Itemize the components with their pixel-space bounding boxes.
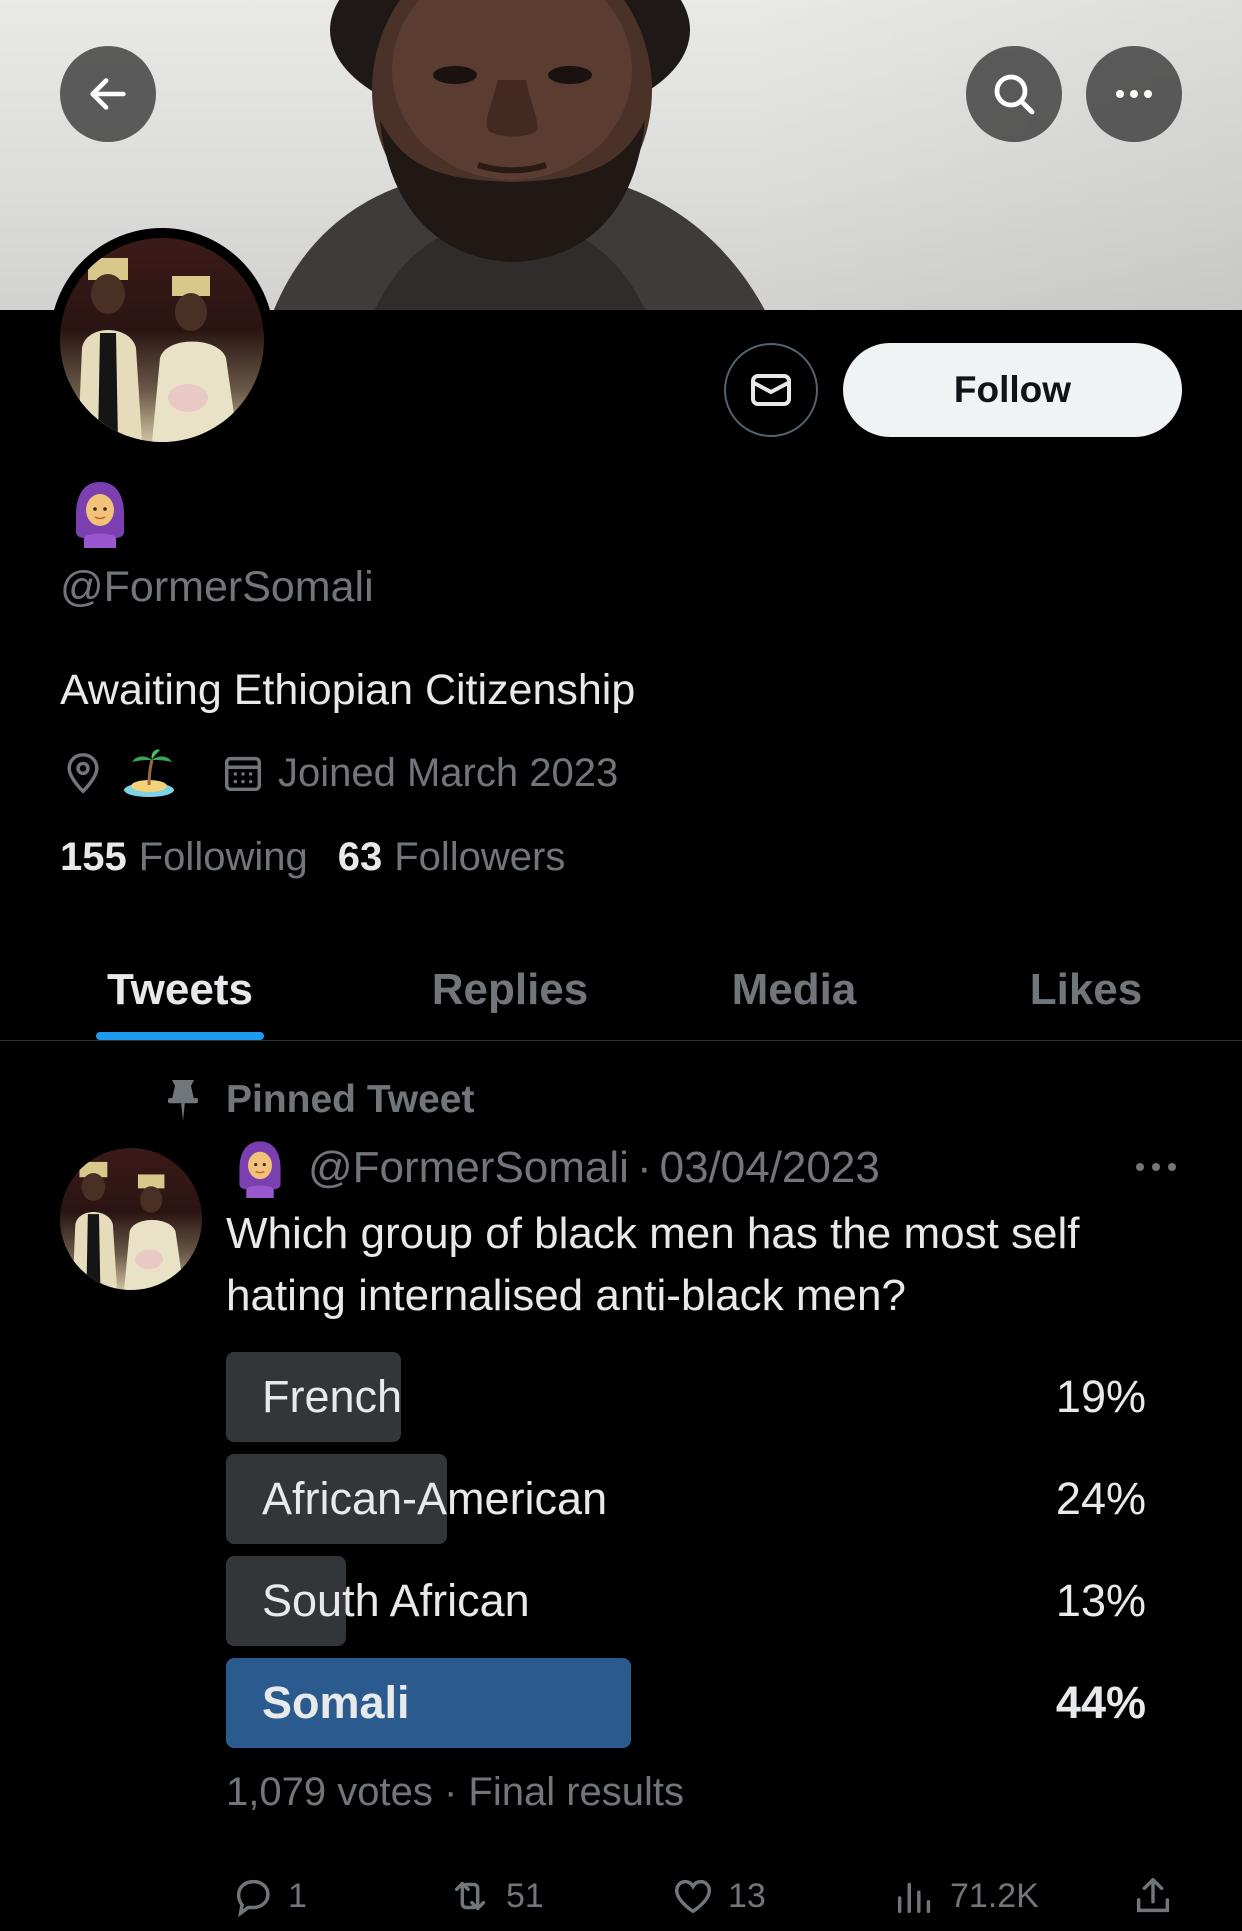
share-button[interactable] (1130, 1866, 1188, 1926)
poll-option-percent: 24% (1055, 1473, 1146, 1524)
poll-option-label: South African (262, 1575, 530, 1626)
avatar-photo (60, 238, 264, 442)
profile-meta: Joined March 2023 (60, 748, 618, 798)
like-count: 13 (728, 1876, 766, 1915)
message-button[interactable] (724, 343, 818, 437)
tweet-actions: 1 51 13 71.2K (226, 1866, 1186, 1926)
active-tab-indicator (96, 1032, 264, 1040)
search-icon (994, 74, 1035, 115)
poll-option: French 19% (226, 1352, 1146, 1442)
location-pin-icon (67, 753, 99, 794)
reply-button[interactable]: 1 (230, 1866, 307, 1926)
follow-button[interactable]: Follow (843, 343, 1182, 437)
views-chart-icon (897, 1882, 931, 1914)
reply-icon (236, 1879, 270, 1918)
back-button[interactable] (60, 46, 156, 142)
more-horizontal-icon (1116, 90, 1152, 98)
tweet-handle[interactable]: @FormerSomali (308, 1143, 629, 1193)
tweet-separator: · (636, 1143, 652, 1192)
poll-option-percent: 44% (1055, 1677, 1146, 1728)
following-label[interactable]: Following (139, 835, 308, 880)
reply-count: 1 (288, 1876, 307, 1915)
profile-bio: Awaiting Ethiopian Citizenship (60, 666, 636, 714)
banner-photo (274, 0, 765, 310)
poll-option: Somali 44% (226, 1658, 1146, 1748)
heart-icon (674, 1879, 712, 1914)
tab-likes[interactable]: Likes (966, 940, 1206, 1040)
tweet-header: @FormerSomali · 03/04/2023 (232, 1138, 880, 1198)
tab-tweets[interactable]: Tweets (60, 940, 300, 1040)
arrow-left-icon (90, 78, 126, 110)
pinned-indicator: Pinned Tweet (166, 1078, 474, 1122)
joined-date: Joined March 2023 (278, 750, 619, 795)
poll-option-label: French (262, 1371, 403, 1422)
poll: French 19% African-American 24% South Africa… (226, 1352, 1146, 1760)
poll-option-percent: 13% (1055, 1575, 1146, 1626)
tweet-text: Which group of black men has the most se… (226, 1209, 1080, 1320)
poll-footer: 1,079 votes · Final results (226, 1770, 684, 1815)
followers-count[interactable]: 63 (338, 835, 383, 880)
tweet-date[interactable]: 03/04/2023 (660, 1143, 880, 1193)
views-count: 71.2K (950, 1876, 1039, 1915)
following-count[interactable]: 155 (60, 835, 127, 880)
poll-status: Final results (468, 1770, 685, 1814)
more-options-button[interactable] (1086, 46, 1182, 142)
tab-replies[interactable]: Replies (390, 940, 630, 1040)
woman-with-headscarf-emoji (239, 1141, 281, 1198)
tab-media[interactable]: Media (674, 940, 914, 1040)
calendar-icon (224, 756, 262, 792)
pin-icon (168, 1080, 198, 1122)
profile-avatar[interactable] (50, 228, 274, 452)
profile-tabs: Tweets Replies Media Likes (0, 940, 1242, 1041)
profile-handle: @FormerSomali (60, 563, 374, 611)
woman-with-headscarf-emoji (76, 482, 124, 548)
poll-option-label: Somali (262, 1677, 410, 1728)
banner-shade (742, 0, 1242, 310)
poll-option: South African 13% (226, 1556, 1146, 1646)
envelope-icon (751, 374, 791, 406)
share-icon (1136, 1877, 1170, 1913)
tweet-avatar[interactable] (60, 1148, 202, 1290)
retweet-button[interactable]: 51 (446, 1866, 544, 1926)
tweet-more-icon[interactable] (1132, 1152, 1180, 1182)
retweet-icon (454, 1881, 486, 1911)
follow-stats: 155 Following 63 Followers (60, 835, 595, 880)
views-button[interactable]: 71.2K (892, 1866, 1039, 1926)
like-button[interactable]: 13 (670, 1866, 766, 1926)
poll-option-label: African-American (262, 1473, 608, 1524)
desert-island-emoji (124, 749, 174, 797)
pinned-label: Pinned Tweet (226, 1078, 475, 1121)
retweet-count: 51 (506, 1876, 544, 1915)
poll-option-percent: 19% (1055, 1371, 1146, 1422)
followers-label[interactable]: Followers (394, 835, 565, 880)
poll-option: African-American 24% (226, 1454, 1146, 1544)
poll-votes: 1,079 votes (226, 1770, 433, 1814)
search-button[interactable] (966, 46, 1062, 142)
poll-separator: · (443, 1770, 458, 1814)
